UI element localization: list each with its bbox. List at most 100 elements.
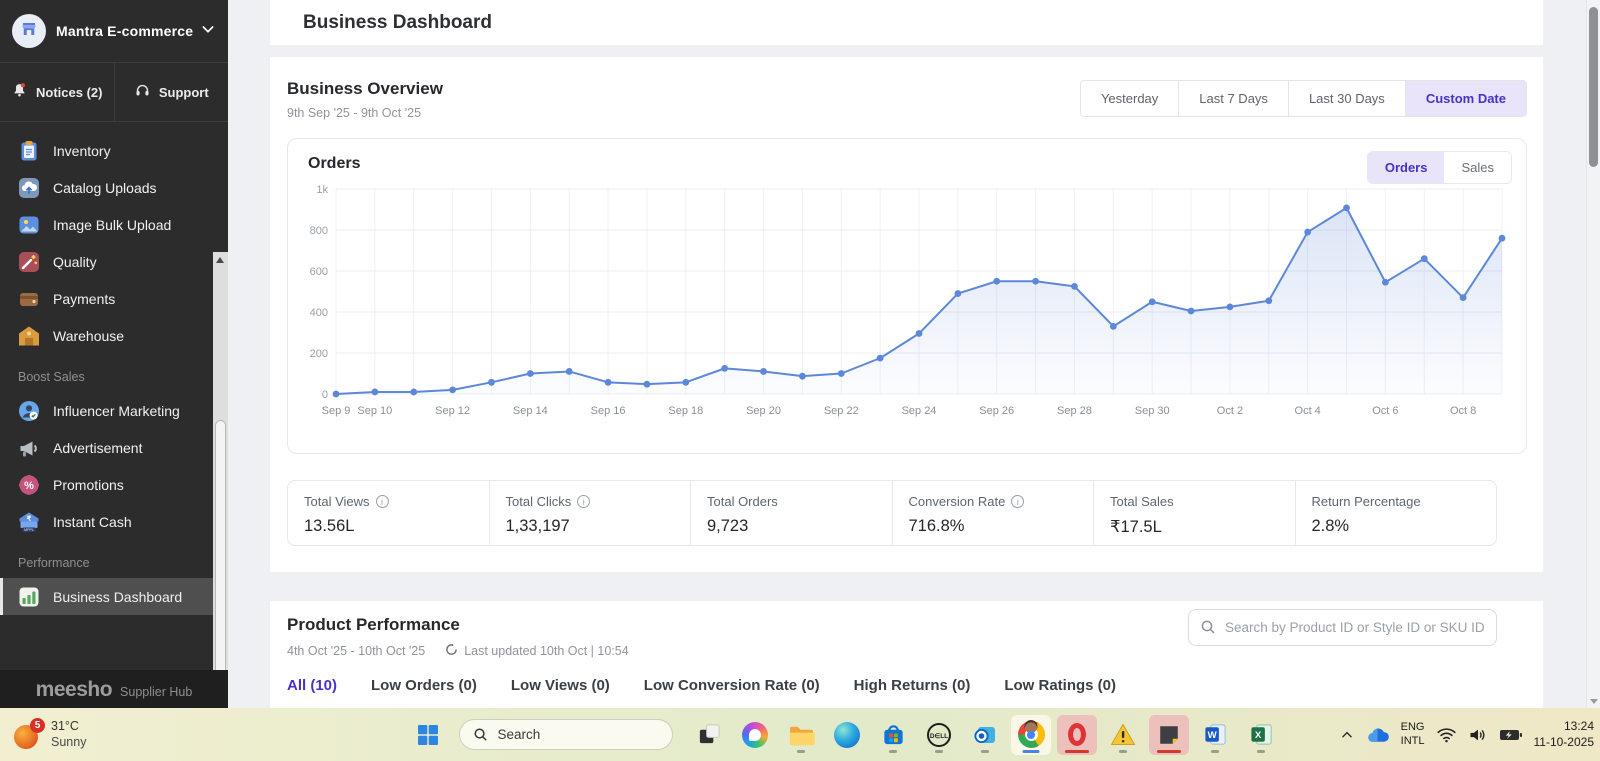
account-switcher[interactable]: Mantra E-commerce xyxy=(0,0,228,62)
filter-custom-date-button[interactable]: Custom Date xyxy=(1405,81,1526,116)
opera-icon[interactable] xyxy=(1057,715,1097,755)
weather-widget[interactable]: 5 31°C Sunny xyxy=(14,719,86,750)
sidebar-item-business-dashboard[interactable]: Business Dashboard xyxy=(0,578,228,615)
microsoft-store-icon[interactable] xyxy=(873,715,913,755)
support-label: Support xyxy=(159,85,209,100)
sidebar-item-advertisement[interactable]: Advertisement xyxy=(0,429,228,466)
svg-text:X: X xyxy=(1255,730,1262,741)
search-icon xyxy=(473,727,488,742)
toggle-sales-button[interactable]: Sales xyxy=(1444,152,1511,183)
info-icon[interactable]: i xyxy=(1011,495,1024,508)
file-explorer-icon[interactable] xyxy=(781,715,821,755)
support-button[interactable]: Support xyxy=(115,63,229,121)
sidebar-item-warehouse[interactable]: Warehouse xyxy=(0,317,228,354)
language-indicator[interactable]: ENG INTL xyxy=(1401,721,1425,747)
chevron-down-icon xyxy=(200,21,216,42)
clock[interactable]: 13:24 11-10-2025 xyxy=(1534,719,1595,750)
cloud-upload-icon xyxy=(18,177,40,199)
word-icon[interactable]: W xyxy=(1195,715,1235,755)
toggle-orders-button[interactable]: Orders xyxy=(1368,152,1445,183)
security-alert-icon[interactable] xyxy=(1103,715,1143,755)
tray-time: 13:24 xyxy=(1534,719,1595,735)
dell-icon[interactable]: D∈LL xyxy=(919,715,959,755)
tab-low-views[interactable]: Low Views (0) xyxy=(511,677,610,694)
info-icon[interactable]: i xyxy=(577,495,590,508)
tab-all[interactable]: All (10) xyxy=(287,677,337,694)
stat-conversion-rate: Conversion Ratei 716.8% xyxy=(893,481,1095,545)
taskbar-search-box[interactable]: Search xyxy=(459,719,673,750)
sidebar-item-label: Advertisement xyxy=(53,440,142,456)
tab-low-orders[interactable]: Low Orders (0) xyxy=(371,677,477,694)
copilot-icon[interactable] xyxy=(735,715,775,755)
stat-total-sales: Total Sales ₹17.5L xyxy=(1094,481,1296,545)
onedrive-icon[interactable] xyxy=(1365,726,1390,744)
sidebar-item-label: Quality xyxy=(53,254,97,270)
edge-icon[interactable] xyxy=(827,715,867,755)
chrome-icon[interactable] xyxy=(1011,715,1051,755)
sticky-notes-icon[interactable] xyxy=(1149,715,1189,755)
stat-value: 13.56L xyxy=(304,517,489,536)
rupee-bank-icon: ₹MPPL xyxy=(18,511,40,533)
sidebar-item-instant-cash[interactable]: ₹MPPL Instant Cash xyxy=(0,503,228,540)
stat-total-clicks: Total Clicksi 1,33,197 xyxy=(490,481,692,545)
sidebar-item-inventory[interactable]: Inventory xyxy=(0,132,228,169)
notices-button[interactable]: Notices (2) xyxy=(0,63,115,121)
overview-stats-row: Total Viewsi 13.56L Total Clicksi 1,33,1… xyxy=(287,480,1497,546)
filter-yesterday-button[interactable]: Yesterday xyxy=(1081,81,1178,116)
refresh-icon[interactable] xyxy=(445,643,458,659)
page-scrollbar-thumb[interactable] xyxy=(1589,7,1598,167)
svg-text:Sep 16: Sep 16 xyxy=(591,405,626,417)
volume-icon[interactable] xyxy=(1468,726,1488,744)
product-performance-tabs: All (10) Low Orders (0) Low Views (0) Lo… xyxy=(287,677,1543,694)
sidebar-item-label: Catalog Uploads xyxy=(53,180,157,196)
product-performance-section: Product Performance 4th Oct '25 - 10th O… xyxy=(270,601,1543,708)
info-icon[interactable]: i xyxy=(376,495,389,508)
image-icon xyxy=(18,214,40,236)
sidebar-item-promotions[interactable]: % Promotions xyxy=(0,466,228,503)
warehouse-icon xyxy=(18,325,40,347)
start-button[interactable] xyxy=(416,723,440,747)
excel-icon[interactable]: X xyxy=(1241,715,1281,755)
tab-low-conversion-rate[interactable]: Low Conversion Rate (0) xyxy=(644,677,820,694)
wifi-icon[interactable] xyxy=(1436,726,1457,744)
filter-last-7-days-button[interactable]: Last 7 Days xyxy=(1178,81,1288,116)
sidebar-item-quality[interactable]: Quality xyxy=(0,243,228,280)
sidebar-item-image-bulk-upload[interactable]: Image Bulk Upload xyxy=(0,206,228,243)
weather-alert-badge: 5 xyxy=(30,718,45,733)
page-scrollbar[interactable] xyxy=(1586,0,1600,708)
svg-text:Oct 8: Oct 8 xyxy=(1450,405,1476,417)
tab-low-ratings[interactable]: Low Ratings (0) xyxy=(1004,677,1116,694)
tray-chevron-up-icon[interactable] xyxy=(1340,728,1354,742)
tab-high-returns[interactable]: High Returns (0) xyxy=(854,677,971,694)
page-title: Business Dashboard xyxy=(303,12,492,34)
sidebar-item-catalog-uploads[interactable]: Catalog Uploads xyxy=(0,169,228,206)
battery-charging-icon[interactable] xyxy=(1499,727,1523,743)
headset-icon xyxy=(134,82,151,102)
task-view-icon[interactable] xyxy=(689,715,729,755)
stat-label: Total Views xyxy=(304,494,370,509)
date-filter-group: Yesterday Last 7 Days Last 30 Days Custo… xyxy=(1080,80,1527,117)
person-check-icon xyxy=(18,400,40,422)
search-icon xyxy=(1200,619,1216,635)
product-search-input[interactable] xyxy=(1188,609,1497,646)
product-performance-date-range: 4th Oct '25 - 10th Oct '25 xyxy=(287,644,425,658)
svg-text:600: 600 xyxy=(310,266,328,278)
stat-value: 716.8% xyxy=(909,517,1094,536)
outlook-icon[interactable] xyxy=(965,715,1005,755)
svg-text:Oct 2: Oct 2 xyxy=(1217,405,1243,417)
page-header: Business Dashboard xyxy=(270,0,1543,45)
svg-text:MPPL: MPPL xyxy=(24,528,34,532)
taskbar-search-label: Search xyxy=(497,727,540,742)
stat-label: Total Orders xyxy=(707,494,778,509)
page-scrollbar-down-arrow[interactable] xyxy=(1590,699,1598,704)
sidebar-item-payments[interactable]: Payments xyxy=(0,280,228,317)
sidebar-item-influencer-marketing[interactable]: Influencer Marketing xyxy=(0,392,228,429)
orders-chart-card: Orders Orders Sales 02004006008001kSep 9… xyxy=(287,138,1527,454)
sidebar-nav: Inventory Catalog Uploads Image Bulk Upl… xyxy=(0,122,228,615)
filter-last-30-days-button[interactable]: Last 30 Days xyxy=(1288,81,1405,116)
scrollbar-up-arrow[interactable] xyxy=(216,257,224,263)
svg-text:D∈LL: D∈LL xyxy=(930,731,948,739)
stat-label: Total Clicks xyxy=(506,494,572,509)
megaphone-icon xyxy=(18,437,40,459)
magic-wand-icon xyxy=(18,251,40,273)
